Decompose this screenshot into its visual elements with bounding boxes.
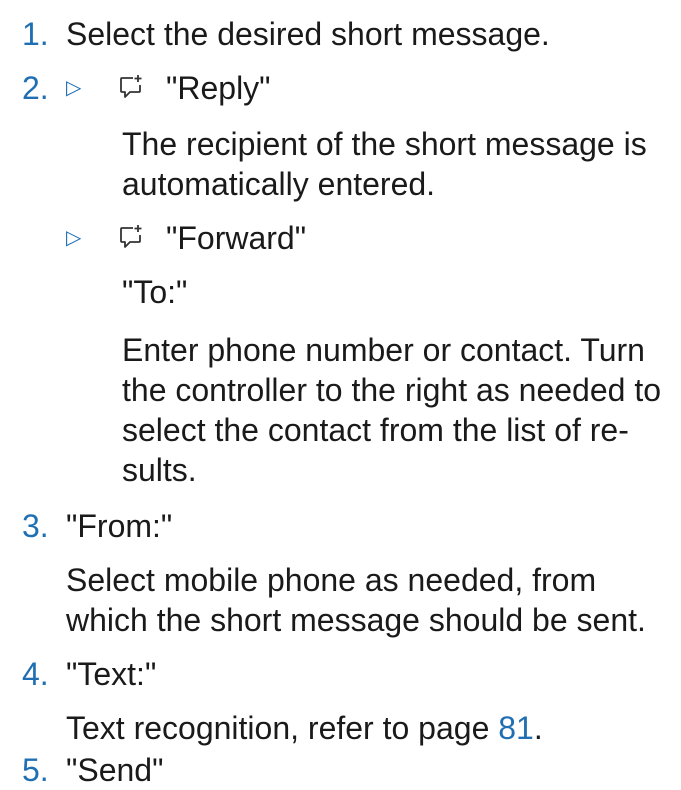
- from-description: which the short message should be sent.: [66, 602, 646, 638]
- text-label: "Text:": [66, 656, 157, 692]
- from-description: Select mobile phone as needed, from: [66, 562, 597, 598]
- step-number: 1.: [22, 16, 49, 52]
- text-description: Text recognition, refer to page 81.: [66, 708, 543, 748]
- message-new-icon: [118, 74, 144, 100]
- send-label: "Send": [66, 752, 164, 788]
- page-link[interactable]: 81: [498, 710, 534, 746]
- step-text: Select the desired short message.: [66, 16, 550, 52]
- text-description-prefix: Text recognition, refer to page: [66, 710, 499, 746]
- forward-description: sults.: [122, 452, 197, 488]
- forward-description: the controller to the right as needed to: [122, 372, 662, 408]
- to-label: "To:": [122, 274, 188, 310]
- from-label: "From:": [66, 508, 173, 544]
- text-description-suffix: .: [533, 710, 543, 746]
- reply-label: "Reply": [166, 70, 271, 106]
- bullet-arrow-icon: ▷: [66, 77, 82, 99]
- reply-description: The recipient of the short message is: [122, 126, 647, 162]
- bullet-arrow-icon: ▷: [66, 227, 82, 249]
- forward-label: "Forward": [166, 220, 307, 256]
- forward-description: Enter phone number or contact. Turn: [122, 332, 645, 368]
- step-number: 5.: [22, 752, 49, 788]
- step-number: 4.: [22, 656, 49, 692]
- reply-description: automatically entered.: [122, 166, 436, 202]
- step-number: 3.: [22, 508, 49, 544]
- step-number: 2.: [22, 70, 49, 106]
- forward-description: select the contact from the list of re-: [122, 412, 629, 448]
- manual-page: 1. Select the desired short message. 2. …: [0, 0, 681, 788]
- message-new-icon: [118, 224, 144, 250]
